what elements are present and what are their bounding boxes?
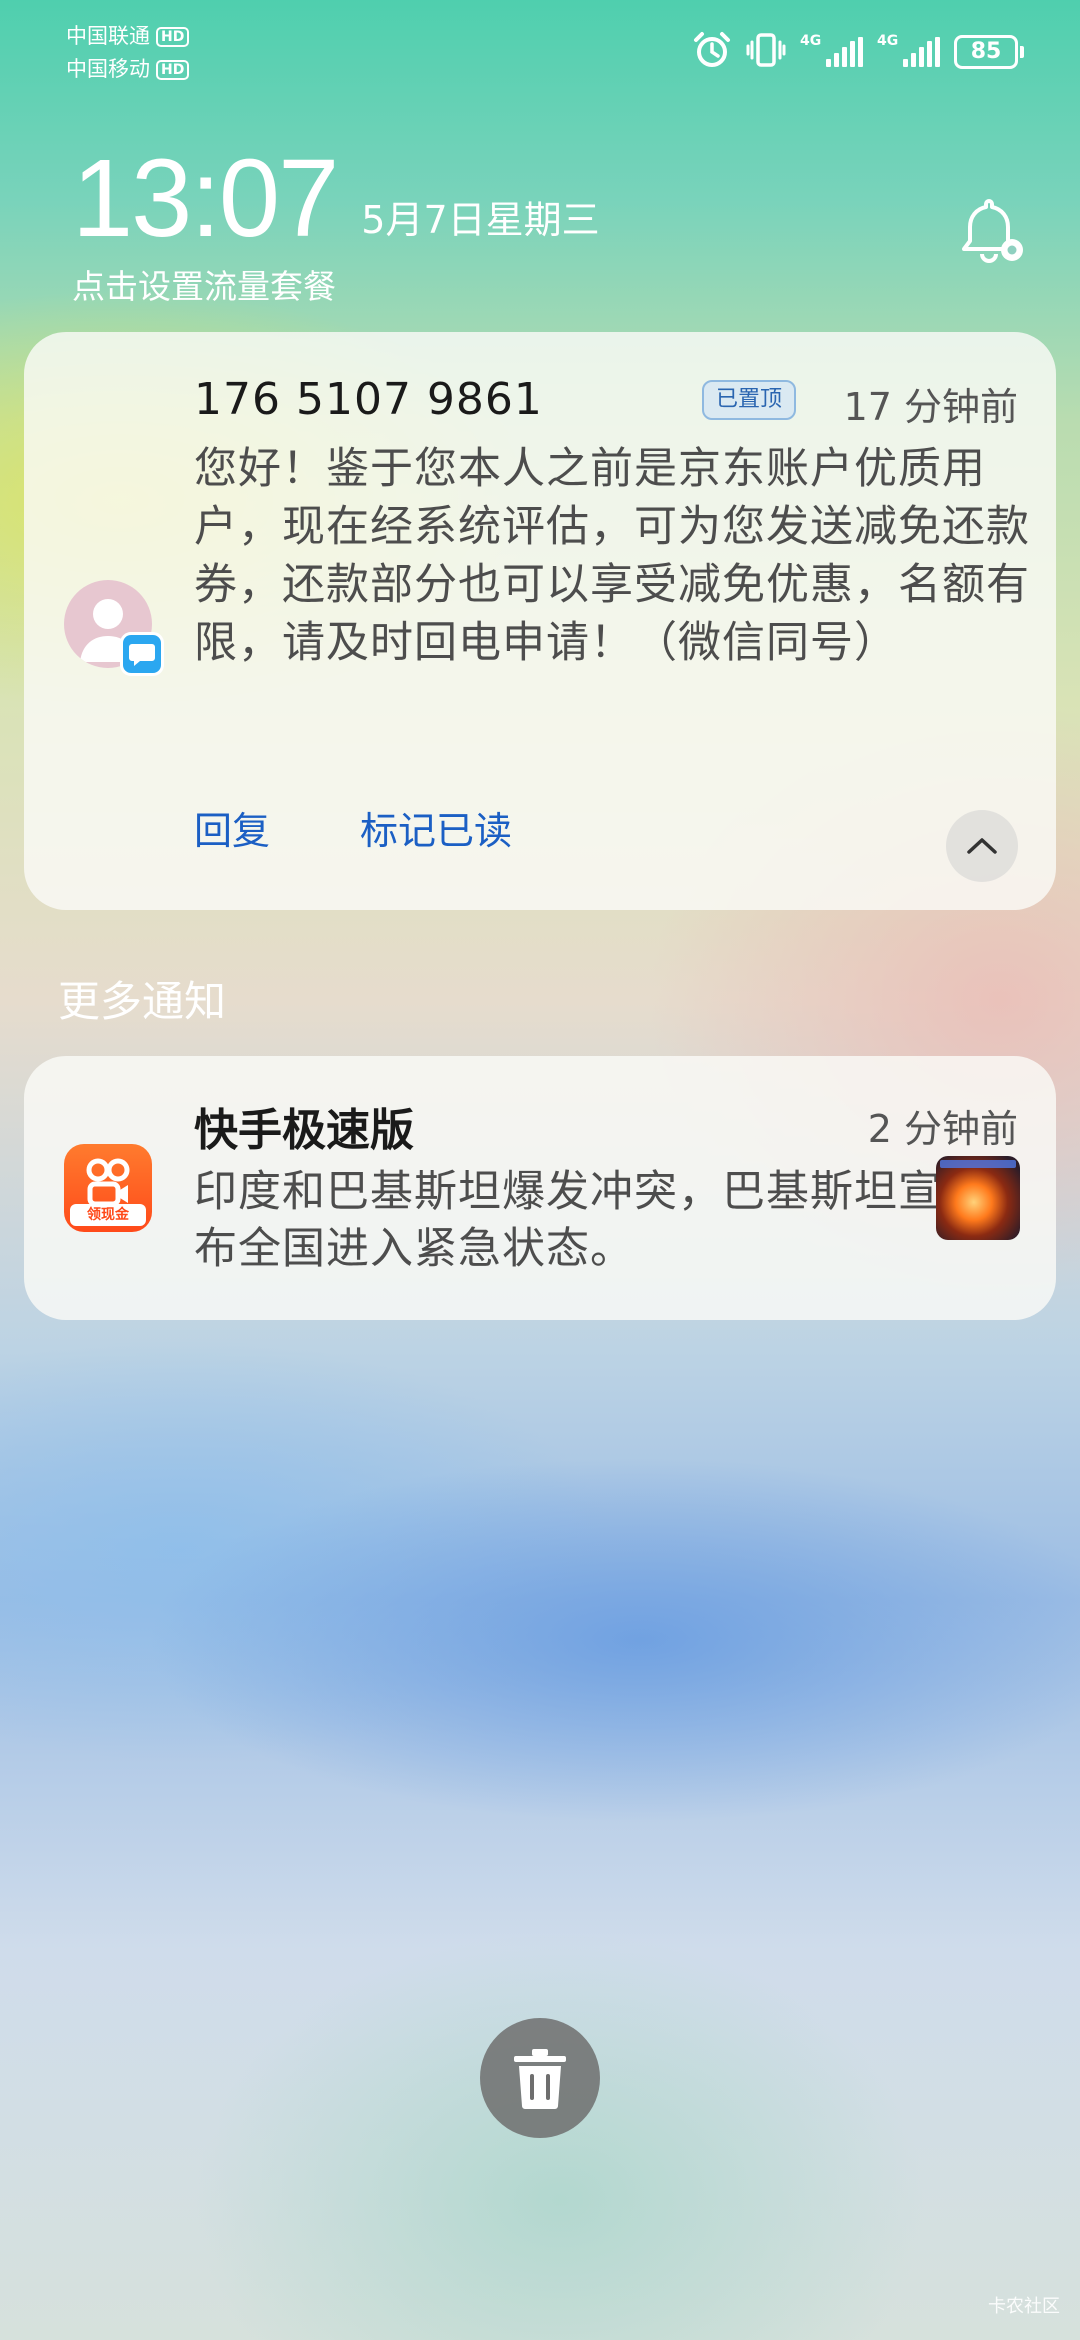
sms-sender: 176 5107 9861 [194, 374, 543, 425]
news-thumbnail [936, 1156, 1020, 1240]
lockscreen-clock-area: 13:07 5月7日星期三 点击设置流量套餐 [72, 140, 600, 308]
data-plan-link[interactable]: 点击设置流量套餐 [72, 260, 600, 308]
battery-icon: 85 [954, 35, 1024, 69]
pinned-badge: 已置顶 [702, 380, 797, 420]
clock-time: 13:07 [72, 137, 339, 260]
app-notification-card[interactable]: 领现金 快手极速版 2 分钟前 印度和巴基斯坦爆发冲突，巴基斯坦宣布全国进入紧急… [24, 1056, 1056, 1320]
alarm-icon [692, 30, 732, 74]
clock-date: 5月7日星期三 [361, 198, 600, 242]
message-bubble-icon [129, 644, 155, 666]
carrier-info: 中国联通 HD 中国移动 HD [66, 20, 190, 86]
bell-gear-icon [962, 199, 1023, 263]
sms-message-body: 您好！鉴于您本人之前是京东账户优质用户，现在经系统评估，可为您发送减免还款券，还… [194, 444, 1030, 668]
carrier-line-2: 中国移动 HD [66, 53, 190, 86]
battery-level: 85 [954, 35, 1018, 69]
app-notification-timestamp: 2 分钟前 [867, 1107, 1018, 1151]
mark-read-button[interactable]: 标记已读 [360, 800, 512, 855]
trash-icon [514, 2049, 566, 2109]
status-bar: 中国联通 HD 中国移动 HD 4G 4G 85 [66, 18, 1024, 88]
vibrate-icon [746, 30, 786, 74]
notification-settings-button[interactable] [956, 196, 1032, 272]
app-icon-tag: 领现金 [70, 1204, 146, 1226]
more-notifications-title: 更多通知 [58, 977, 227, 1026]
hd-badge: HD [156, 26, 190, 47]
network-type-label: 4G [877, 33, 899, 49]
sms-timestamp: 17 分钟前 [843, 385, 1018, 429]
message-app-badge [120, 632, 164, 676]
chevron-up-icon [967, 838, 997, 854]
watermark: 卡农社区 [988, 2296, 1060, 2317]
carrier-line-1: 中国联通 HD [66, 20, 190, 53]
clear-notifications-button[interactable] [480, 2018, 600, 2138]
sms-notification-card[interactable]: 176 5107 9861 已置顶 17 分钟前 您好！鉴于您本人之前是京东账户… [24, 332, 1056, 910]
app-notification-body: 印度和巴基斯坦爆发冲突，巴基斯坦宣布全国进入紧急状态。 [194, 1167, 942, 1274]
app-name: 快手极速版 [194, 1105, 414, 1156]
reply-button[interactable]: 回复 [194, 800, 270, 855]
network-type-label: 4G [800, 33, 822, 49]
signal-icon: 4G [800, 33, 863, 67]
hd-badge: HD [156, 59, 190, 80]
signal-icon: 4G [877, 33, 940, 67]
carrier-name: 中国联通 [66, 24, 150, 48]
carrier-name: 中国移动 [66, 57, 150, 81]
status-icons: 4G 4G 85 [692, 30, 1024, 74]
kuaishou-app-icon: 领现金 [64, 1144, 152, 1232]
collapse-button[interactable] [946, 810, 1018, 882]
